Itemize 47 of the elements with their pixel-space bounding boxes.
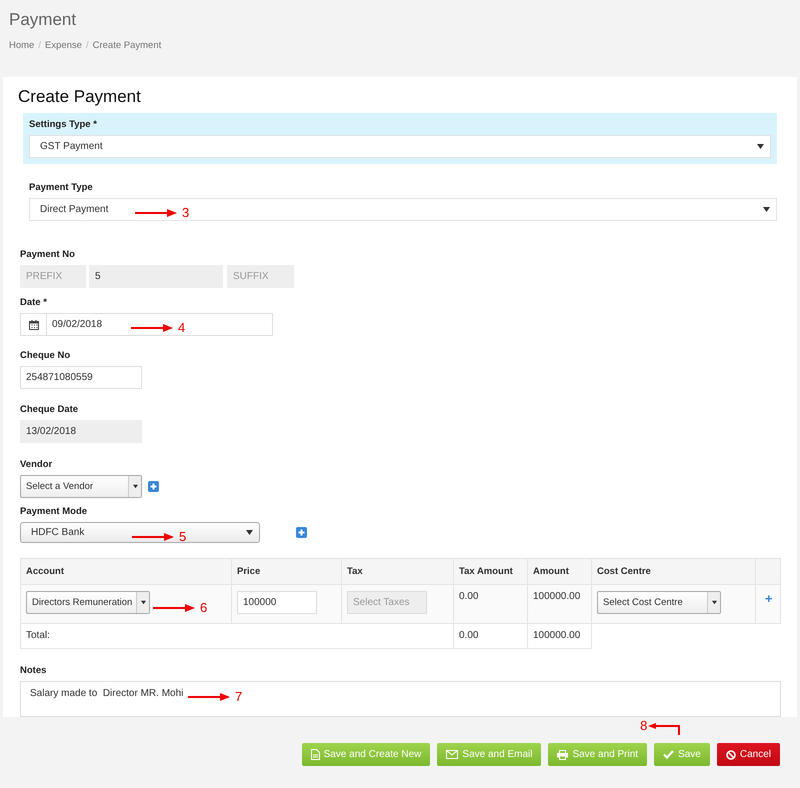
prefix-field[interactable]: PREFIX: [20, 265, 86, 288]
field-label: Cheque No: [20, 350, 72, 361]
column-header: Cost Centre: [592, 558, 756, 584]
field-label: Payment No: [20, 249, 76, 260]
breadcrumb-separator: /: [38, 40, 41, 51]
account-select[interactable]: Directors Remuneration: [26, 591, 150, 614]
cheque-number-field[interactable]: 254871080559: [20, 366, 142, 389]
payment-type-select[interactable]: Direct Payment 3: [29, 198, 777, 221]
breadcrumb-link[interactable]: Create Payment: [92, 40, 162, 51]
table-cell: 100000.00: [528, 624, 592, 648]
callout-number: 5: [179, 529, 186, 544]
callout-number: 7: [235, 689, 242, 704]
column-header: Account: [20, 558, 232, 584]
table-cell: 100000.00: [528, 584, 592, 624]
column-header: Tax: [342, 558, 454, 584]
breadcrumb-link[interactable]: Home: [9, 40, 34, 51]
payment-mode-select[interactable]: HDFC Bank 5: [20, 522, 260, 543]
callout-number: 3: [182, 205, 190, 220]
field-label: Payment Type: [29, 182, 94, 193]
price-field[interactable]: 100000: [237, 591, 317, 614]
cheque-date-field[interactable]: 13/02/2018: [20, 420, 142, 443]
field-label: Payment Mode: [20, 506, 88, 517]
table-cell: 0.00: [454, 584, 528, 624]
callout-number: 4: [178, 320, 186, 335]
settings-type-select[interactable]: GST Payment: [29, 135, 771, 158]
cancel-button[interactable]: Cancel: [716, 743, 780, 766]
tax-field[interactable]: Select Taxes: [347, 591, 427, 614]
table-cell: Total:: [20, 624, 454, 648]
page-title: Payment: [9, 10, 78, 30]
column-header: Tax Amount: [454, 558, 528, 584]
callout-number: 8: [640, 720, 648, 732]
column-header: Price: [232, 558, 342, 584]
breadcrumb-link[interactable]: Expense: [44, 40, 82, 51]
vendor-select[interactable]: Select a Vendor: [20, 475, 142, 498]
field-label: Settings Type *: [29, 119, 98, 130]
form-title: Create Payment: [18, 87, 142, 107]
payment-number-field[interactable]: 5: [89, 265, 223, 288]
field-label: Cheque Date: [20, 404, 80, 415]
callout-number: 6: [200, 600, 208, 615]
field-label: Vendor: [20, 459, 54, 470]
cost-centre-select[interactable]: Select Cost Centre: [597, 591, 721, 614]
column-header: Amount: [528, 558, 592, 584]
field-label: Notes: [20, 665, 48, 676]
field-label: Date *: [20, 297, 48, 308]
suffix-field[interactable]: SUFFIX: [227, 265, 294, 288]
breadcrumb-separator: /: [86, 40, 89, 51]
table-cell: 0.00: [454, 624, 528, 648]
